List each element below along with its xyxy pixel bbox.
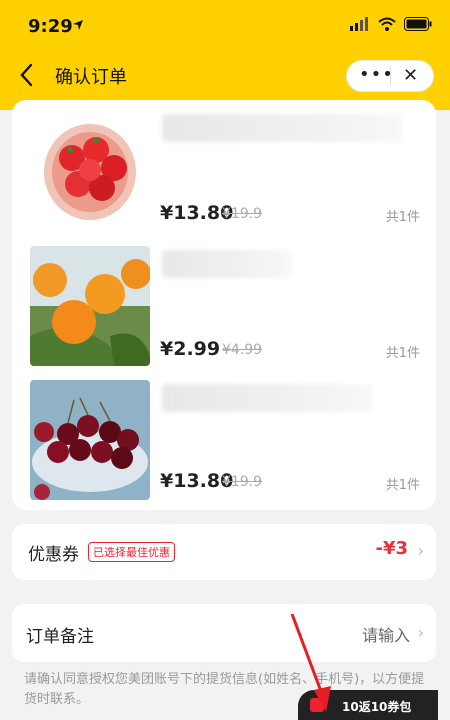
order-items-card: ¥13.80 ¥19.9 共1件 ¥2.99 ¥4.99 共1件 ¥13.80 … — [12, 100, 436, 510]
location-arrow-icon — [73, 20, 83, 30]
item-name-blurred — [162, 114, 402, 142]
chevron-right-icon: › — [417, 541, 424, 560]
chevron-right-icon: › — [417, 623, 424, 642]
nav-bar: 确认订单 ••• ✕ — [0, 50, 450, 105]
capsule-divider — [390, 67, 391, 85]
orange-image — [30, 246, 150, 366]
item-old-price: ¥19.9 — [222, 474, 263, 490]
promo-banner[interactable]: 10返10券包 — [298, 690, 438, 720]
coupon-badge: 已选择最佳优惠 — [88, 542, 175, 562]
status-time: 9:29 — [28, 16, 73, 37]
coupon-icon — [310, 698, 324, 712]
status-icons — [350, 17, 432, 31]
battery-icon — [404, 17, 432, 31]
order-notes-row[interactable]: 订单备注 请输入 › — [12, 604, 436, 662]
item-name-blurred — [162, 384, 372, 412]
order-notes-input[interactable]: 请输入 — [362, 622, 410, 646]
page-title: 确认订单 — [55, 67, 127, 88]
more-icon[interactable]: ••• — [359, 66, 394, 84]
order-notes-label: 订单备注 — [26, 627, 94, 647]
item-old-price: ¥4.99 — [222, 342, 263, 358]
close-icon[interactable]: ✕ — [403, 66, 418, 86]
coupon-discount-value: -¥3 — [375, 538, 408, 559]
item-quantity: 共1件 — [385, 210, 420, 225]
signal-icon — [350, 17, 368, 31]
miniprogram-capsule: ••• ✕ — [346, 60, 434, 92]
item-price: ¥2.99 — [160, 338, 221, 360]
cherry-image — [30, 380, 150, 500]
coupon-label: 优惠券 — [28, 545, 79, 565]
wifi-icon — [378, 17, 396, 31]
item-name-blurred — [162, 250, 292, 278]
item-quantity: 共1件 — [385, 478, 420, 493]
strawberry-image — [30, 110, 150, 230]
back-arrow-icon[interactable] — [16, 62, 38, 88]
item-old-price: ¥19.9 — [222, 206, 263, 222]
item-quantity: 共1件 — [385, 346, 420, 361]
coupon-row[interactable]: 优惠券 已选择最佳优惠 -¥3 › — [12, 524, 436, 580]
status-bar: 9:29 — [0, 0, 450, 50]
promo-label: 10返10券包 — [342, 700, 412, 714]
